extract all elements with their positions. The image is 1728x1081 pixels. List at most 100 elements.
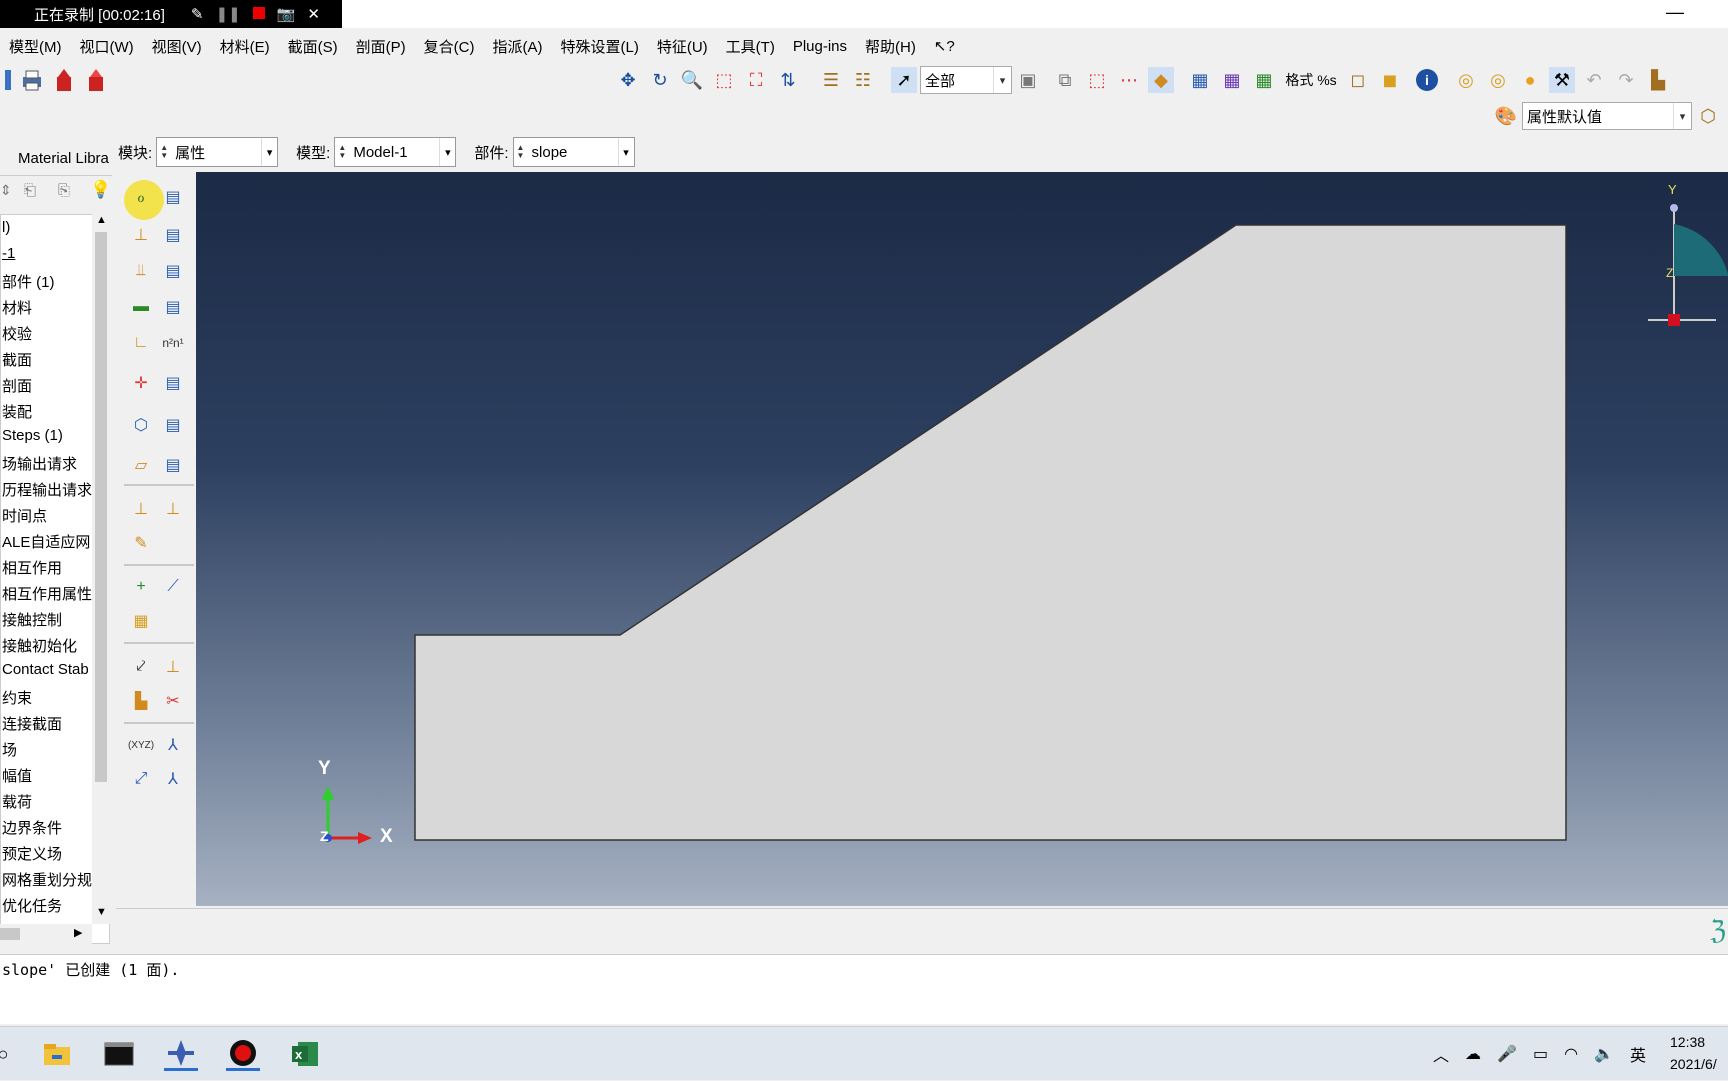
tree-item[interactable]: 截面 — [2, 349, 32, 370]
datum-csys-alt-icon[interactable]: ⅄ — [158, 730, 188, 760]
chevron-down-icon[interactable]: ▼ — [96, 906, 107, 918]
import-icon[interactable] — [83, 67, 109, 93]
skin-icon[interactable]: ⬡ — [126, 410, 156, 440]
select-arrow-icon[interactable]: ➚ — [891, 67, 917, 93]
zoom-icon[interactable]: 🔍 — [679, 67, 705, 93]
datum-point-icon[interactable]: + — [126, 572, 156, 602]
tree-item[interactable]: 优化任务 — [2, 895, 62, 916]
stringer-manager-icon[interactable]: ▤ — [158, 450, 188, 480]
context-help-icon[interactable]: ↖? — [934, 37, 955, 55]
selection-filter-select[interactable]: 全部 ▾ — [920, 66, 1012, 94]
tree-item[interactable]: Contact Stab — [2, 661, 89, 678]
tree-item[interactable]: 网格重划分规 — [2, 869, 92, 890]
box-select-icon[interactable]: ⬚ — [1084, 67, 1110, 93]
tree-item[interactable]: 相互作用属性 — [2, 583, 92, 604]
query-icon[interactable]: ⚒ — [1549, 67, 1575, 93]
tree-item[interactable]: 装配 — [2, 401, 32, 422]
cube-outline-icon[interactable]: ◻ — [1345, 67, 1371, 93]
battery-icon[interactable]: ▭ — [1533, 1044, 1548, 1064]
cloud-icon[interactable]: ☁ — [1465, 1044, 1481, 1064]
tree-item[interactable]: 连接截面 — [2, 713, 62, 734]
part-display-icon[interactable]: ◆ — [1148, 67, 1174, 93]
box-zoom-icon[interactable]: ⬚ — [711, 67, 737, 93]
tree-horizontal-scrollbar[interactable]: ▶ — [0, 924, 92, 944]
ladder-icon[interactable]: ☰ — [818, 67, 844, 93]
create-material-icon[interactable]: ℴ — [126, 182, 156, 212]
assign-section-icon[interactable]: ∟ — [126, 328, 156, 358]
replace-selected-icon[interactable]: ⧉ — [1052, 67, 1078, 93]
tree-item[interactable]: 材料 — [2, 297, 32, 318]
tree-item[interactable]: Steps (1) — [2, 427, 63, 444]
boolean-alt-icon[interactable]: ◎ — [1485, 67, 1511, 93]
assembly-icon[interactable]: ▙ — [1645, 67, 1671, 93]
wifi-icon[interactable]: ◠ — [1564, 1044, 1578, 1064]
selection-options-icon[interactable]: ▣ — [1015, 67, 1041, 93]
menu-section[interactable]: 截面(S) — [288, 36, 338, 57]
tree-home-icon[interactable]: ⎗ — [24, 182, 36, 199]
pen-icon[interactable]: ✎ — [191, 5, 204, 23]
module-select[interactable]: ▲ ▼ 属性 ▾ — [156, 137, 279, 167]
tree-item[interactable]: 历程输出请求 — [2, 479, 92, 500]
menu-assign[interactable]: 指派(A) — [492, 36, 542, 57]
tree-item[interactable]: 幅值 — [2, 765, 32, 786]
abaqus-icon[interactable] — [164, 1037, 198, 1071]
cube-solid-icon[interactable]: ◼ — [1377, 67, 1403, 93]
tree-item[interactable]: ALE自适应网 — [2, 531, 90, 552]
tree-item[interactable]: 时间点 — [2, 505, 47, 526]
layup-manager-icon[interactable]: ▤ — [158, 292, 188, 322]
terminal-icon[interactable] — [102, 1037, 136, 1071]
export-icon[interactable] — [51, 67, 77, 93]
pause-icon[interactable]: ❚❚ — [215, 5, 240, 23]
tree-item[interactable]: -1 — [2, 245, 15, 262]
graphics-viewport[interactable]: Y X Z Y Z — [196, 172, 1728, 906]
search-icon[interactable]: ○ — [0, 1037, 20, 1071]
menu-plugins[interactable]: Plug-ins — [793, 38, 847, 55]
translate-icon[interactable]: ⤢ — [126, 764, 156, 794]
menu-viewport[interactable]: 视口(W) — [80, 36, 134, 57]
lightbulb-icon[interactable]: 💡 — [90, 180, 111, 200]
tree-item[interactable]: 接触初始化 — [2, 635, 77, 656]
shaded-icon[interactable]: ▦ — [1251, 67, 1277, 93]
partition-edge-icon[interactable]: ✂ — [158, 686, 188, 716]
remove-selected-icon[interactable]: ⋯ — [1116, 67, 1142, 93]
info-icon[interactable]: i — [1414, 67, 1440, 93]
rotate-csys-icon[interactable]: ⅄ — [158, 764, 188, 794]
create-profile-icon[interactable]: ⫫ — [126, 256, 156, 286]
tree-item[interactable]: 载荷 — [2, 791, 32, 812]
datum-axis-icon[interactable]: ⟋ — [158, 572, 188, 602]
tree-item[interactable]: 约束 — [2, 687, 32, 708]
stop-icon[interactable] — [252, 6, 265, 23]
boolean-icon[interactable]: ◎ — [1453, 67, 1479, 93]
tree-item[interactable]: 场输出请求 — [2, 453, 77, 474]
excel-icon[interactable]: x — [288, 1037, 322, 1071]
partition-cell-icon[interactable]: ▙ — [126, 686, 156, 716]
datum-csys-icon[interactable]: (XYZ) — [126, 730, 156, 760]
cube-tool-icon[interactable]: ⬡ — [1695, 103, 1721, 129]
volume-icon[interactable]: 🔈 — [1594, 1044, 1614, 1064]
cycle-views-icon[interactable]: ⇅ — [775, 67, 801, 93]
redo-icon[interactable]: ↷ — [1613, 67, 1639, 93]
create-section-icon[interactable]: ⊥ — [126, 220, 156, 250]
menu-help[interactable]: 帮助(H) — [865, 36, 916, 57]
chevron-up-icon[interactable]: ▲ — [96, 214, 107, 226]
undo-icon[interactable]: ↶ — [1581, 67, 1607, 93]
menu-view[interactable]: 视图(V) — [152, 36, 202, 57]
scroll-thumb[interactable] — [95, 232, 107, 782]
sphere-icon[interactable]: ● — [1517, 67, 1543, 93]
tree-item[interactable]: 相互作用 — [2, 557, 62, 578]
menu-composite[interactable]: 复合(C) — [424, 36, 475, 57]
menu-tools[interactable]: 工具(T) — [726, 36, 775, 57]
assign-normal-icon[interactable]: n²n¹ — [158, 328, 188, 358]
part-select[interactable]: ▲ ▼ slope ▾ — [512, 137, 635, 167]
partition-face-icon[interactable]: ⊥ — [158, 652, 188, 682]
scroll-thumb[interactable] — [0, 928, 20, 940]
expand-collapse-icon[interactable]: ⇕ — [0, 182, 12, 199]
pan-icon[interactable]: ✥ — [615, 67, 641, 93]
print-icon[interactable] — [19, 67, 45, 93]
tree-item[interactable]: 场 — [2, 739, 17, 760]
hidden-line-icon[interactable]: ▦ — [1219, 67, 1245, 93]
tree-vertical-scrollbar[interactable]: ▲ ▼ — [92, 214, 110, 924]
camera-icon[interactable]: 📷 — [277, 5, 296, 23]
orientation-manager-icon[interactable]: ▤ — [158, 368, 188, 398]
edit-icon[interactable]: ✎ — [126, 528, 156, 558]
